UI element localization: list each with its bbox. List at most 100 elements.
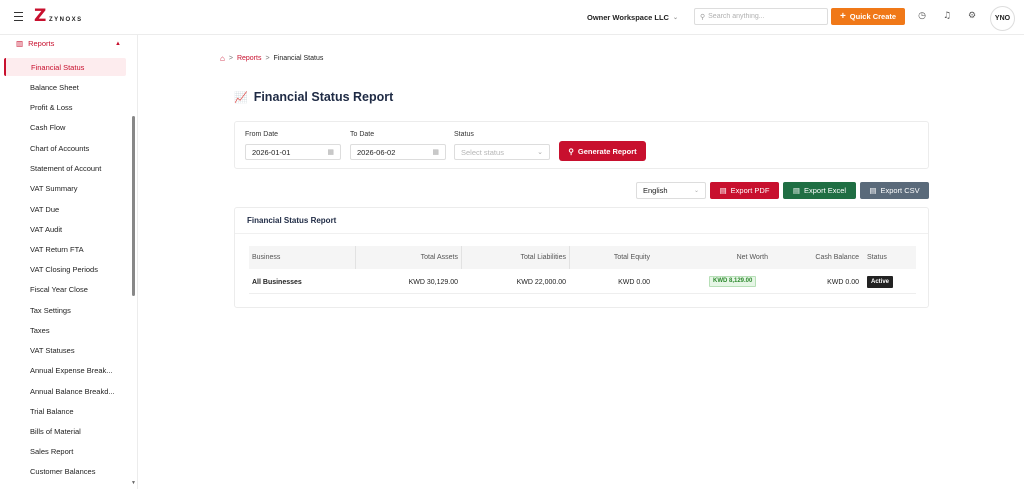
logo-mark-icon: Z	[34, 6, 47, 26]
search-icon: ⚲	[700, 13, 706, 21]
breadcrumb-separator: >	[265, 55, 270, 62]
cell-total-equity: KWD 0.00	[618, 279, 650, 286]
export-pdf-label: Export PDF	[730, 186, 770, 195]
sidebar: ▥ Reports ▲ Financial Status Balance She…	[0, 35, 138, 489]
column-header-cash-balance[interactable]: Cash Balance	[815, 254, 859, 261]
quick-create-label: Quick Create	[849, 12, 897, 21]
chevron-up-icon: ▲	[115, 40, 121, 47]
page-title-text: Financial Status Report	[253, 90, 394, 104]
to-date-label: To Date	[350, 131, 375, 138]
sidebar-item-cash-flow[interactable]: Cash Flow	[30, 123, 120, 132]
status-select[interactable]: Select status ⌄	[454, 144, 550, 160]
file-excel-icon: ▤	[792, 186, 800, 195]
history-icon[interactable]: ◷	[917, 11, 927, 21]
generate-report-label: Generate Report	[577, 146, 637, 156]
sidebar-item-annual-balance[interactable]: Annual Balance Breakd...	[30, 387, 120, 396]
column-header-business[interactable]: Business	[252, 254, 280, 261]
status-placeholder: Select status	[461, 147, 504, 157]
column-header-total-liabilities[interactable]: Total Liabilities	[520, 254, 566, 261]
chart-icon: ▥	[16, 39, 24, 48]
cell-cash-balance: KWD 0.00	[827, 279, 859, 286]
menu-icon[interactable]	[14, 12, 23, 21]
table-row[interactable]: All Businesses KWD 30,129.00 KWD 22,000.…	[249, 270, 916, 294]
workspace-selector[interactable]: Owner Workspace LLC ⌄	[587, 10, 678, 24]
sidebar-item-vat-statuses[interactable]: VAT Statuses	[30, 346, 120, 355]
export-excel-button[interactable]: ▤ Export Excel	[783, 182, 856, 199]
cell-business: All Businesses	[252, 279, 302, 286]
trend-chart-icon: 📈	[234, 91, 248, 104]
home-icon[interactable]: ⌂	[220, 54, 225, 63]
divider	[235, 233, 928, 234]
breadcrumb-reports-link[interactable]: Reports	[237, 55, 262, 62]
column-separator	[461, 246, 462, 269]
column-separator	[569, 246, 570, 269]
language-select[interactable]: English ⌄	[636, 182, 706, 199]
sidebar-item-taxes[interactable]: Taxes	[30, 326, 120, 335]
export-pdf-button[interactable]: ▤ Export PDF	[710, 182, 779, 199]
column-header-status[interactable]: Status	[867, 254, 887, 261]
status-badge: Active	[867, 276, 894, 288]
language-value: English	[643, 186, 668, 195]
sidebar-item-tax-settings[interactable]: Tax Settings	[30, 306, 120, 315]
to-date-field[interactable]: 2026-06-02 ▦	[350, 144, 446, 160]
generate-report-button[interactable]: ⚲ Generate Report	[559, 141, 646, 161]
sidebar-item-statement-of-account[interactable]: Statement of Account	[30, 164, 120, 173]
column-header-net-worth[interactable]: Net Worth	[737, 254, 768, 261]
from-date-value: 2026-01-01	[252, 147, 291, 157]
sidebar-section-reports[interactable]: ▥ Reports ▲	[16, 39, 121, 48]
breadcrumb: ⌂ > Reports > Financial Status	[220, 54, 323, 63]
plus-icon: +	[839, 10, 846, 22]
table-header: Business Total Assets Total Liabilities …	[249, 246, 916, 269]
search-icon: ⚲	[568, 146, 574, 156]
sidebar-scrollbar[interactable]	[132, 116, 135, 296]
sidebar-item-vat-closing-periods[interactable]: VAT Closing Periods	[30, 265, 120, 274]
sidebar-section-label: Reports	[28, 39, 55, 48]
avatar[interactable]: YNO	[990, 6, 1015, 31]
sidebar-item-vat-audit[interactable]: VAT Audit	[30, 225, 120, 234]
export-csv-button[interactable]: ▤ Export CSV	[860, 182, 929, 199]
breadcrumb-current: Financial Status	[273, 55, 324, 62]
export-csv-label: Export CSV	[880, 186, 920, 195]
chevron-down-icon: ⌄	[537, 149, 543, 156]
search-input[interactable]	[708, 13, 819, 20]
search-box[interactable]: ⚲	[694, 8, 828, 25]
scroll-down-icon[interactable]: ▼	[131, 480, 136, 486]
report-card-title: Financial Status Report	[247, 216, 337, 225]
sidebar-item-customer-balances[interactable]: Customer Balances	[30, 467, 120, 476]
calendar-icon[interactable]: ▦	[432, 148, 439, 156]
status-label: Status	[454, 131, 474, 138]
file-pdf-icon: ▤	[719, 186, 727, 195]
top-bar: Z ZYNOXS Owner Workspace LLC ⌄ ⚲ + Quick…	[0, 0, 1024, 35]
sidebar-item-sales-report[interactable]: Sales Report	[30, 447, 120, 456]
sidebar-item-vat-return-fta[interactable]: VAT Return FTA	[30, 245, 120, 254]
calendar-icon[interactable]: ▦	[327, 148, 334, 156]
workspace-name: Owner Workspace LLC	[587, 12, 669, 22]
chevron-down-icon: ⌄	[693, 188, 699, 194]
sidebar-item-balance-sheet[interactable]: Balance Sheet	[30, 83, 120, 92]
sidebar-item-vat-summary[interactable]: VAT Summary	[30, 184, 120, 193]
gear-icon[interactable]: ⚙	[967, 11, 977, 21]
from-date-field[interactable]: 2026-01-01 ▦	[245, 144, 341, 160]
from-date-label: From Date	[245, 131, 279, 138]
sidebar-item-label: Financial Status	[31, 63, 85, 72]
sidebar-item-profit-loss[interactable]: Profit & Loss	[30, 103, 120, 112]
sidebar-item-vat-due[interactable]: VAT Due	[30, 205, 120, 214]
sidebar-item-bills-of-material[interactable]: Bills of Material	[30, 427, 120, 436]
sidebar-item-trial-balance[interactable]: Trial Balance	[30, 407, 120, 416]
column-header-total-equity[interactable]: Total Equity	[614, 254, 650, 261]
export-excel-label: Export Excel	[803, 186, 847, 195]
page-title: 📈 Financial Status Report	[234, 90, 393, 104]
logo-text: ZYNOXS	[49, 17, 83, 23]
sidebar-item-fiscal-year-close[interactable]: Fiscal Year Close	[30, 285, 120, 294]
filter-panel: From Date 2026-01-01 ▦ To Date 2026-06-0…	[234, 121, 929, 169]
to-date-value: 2026-06-02	[357, 147, 396, 157]
quick-create-button[interactable]: + Quick Create	[831, 8, 905, 25]
report-card: Financial Status Report Business Total A…	[234, 207, 929, 308]
bell-icon[interactable]: ♫	[942, 11, 952, 21]
cell-total-liabilities: KWD 22,000.00	[516, 279, 566, 286]
cell-total-assets: KWD 30,129.00	[408, 279, 458, 286]
column-header-total-assets[interactable]: Total Assets	[421, 254, 458, 261]
logo[interactable]: Z ZYNOXS	[34, 6, 83, 26]
sidebar-item-chart-of-accounts[interactable]: Chart of Accounts	[30, 144, 120, 153]
sidebar-item-annual-expense[interactable]: Annual Expense Break...	[30, 366, 120, 375]
